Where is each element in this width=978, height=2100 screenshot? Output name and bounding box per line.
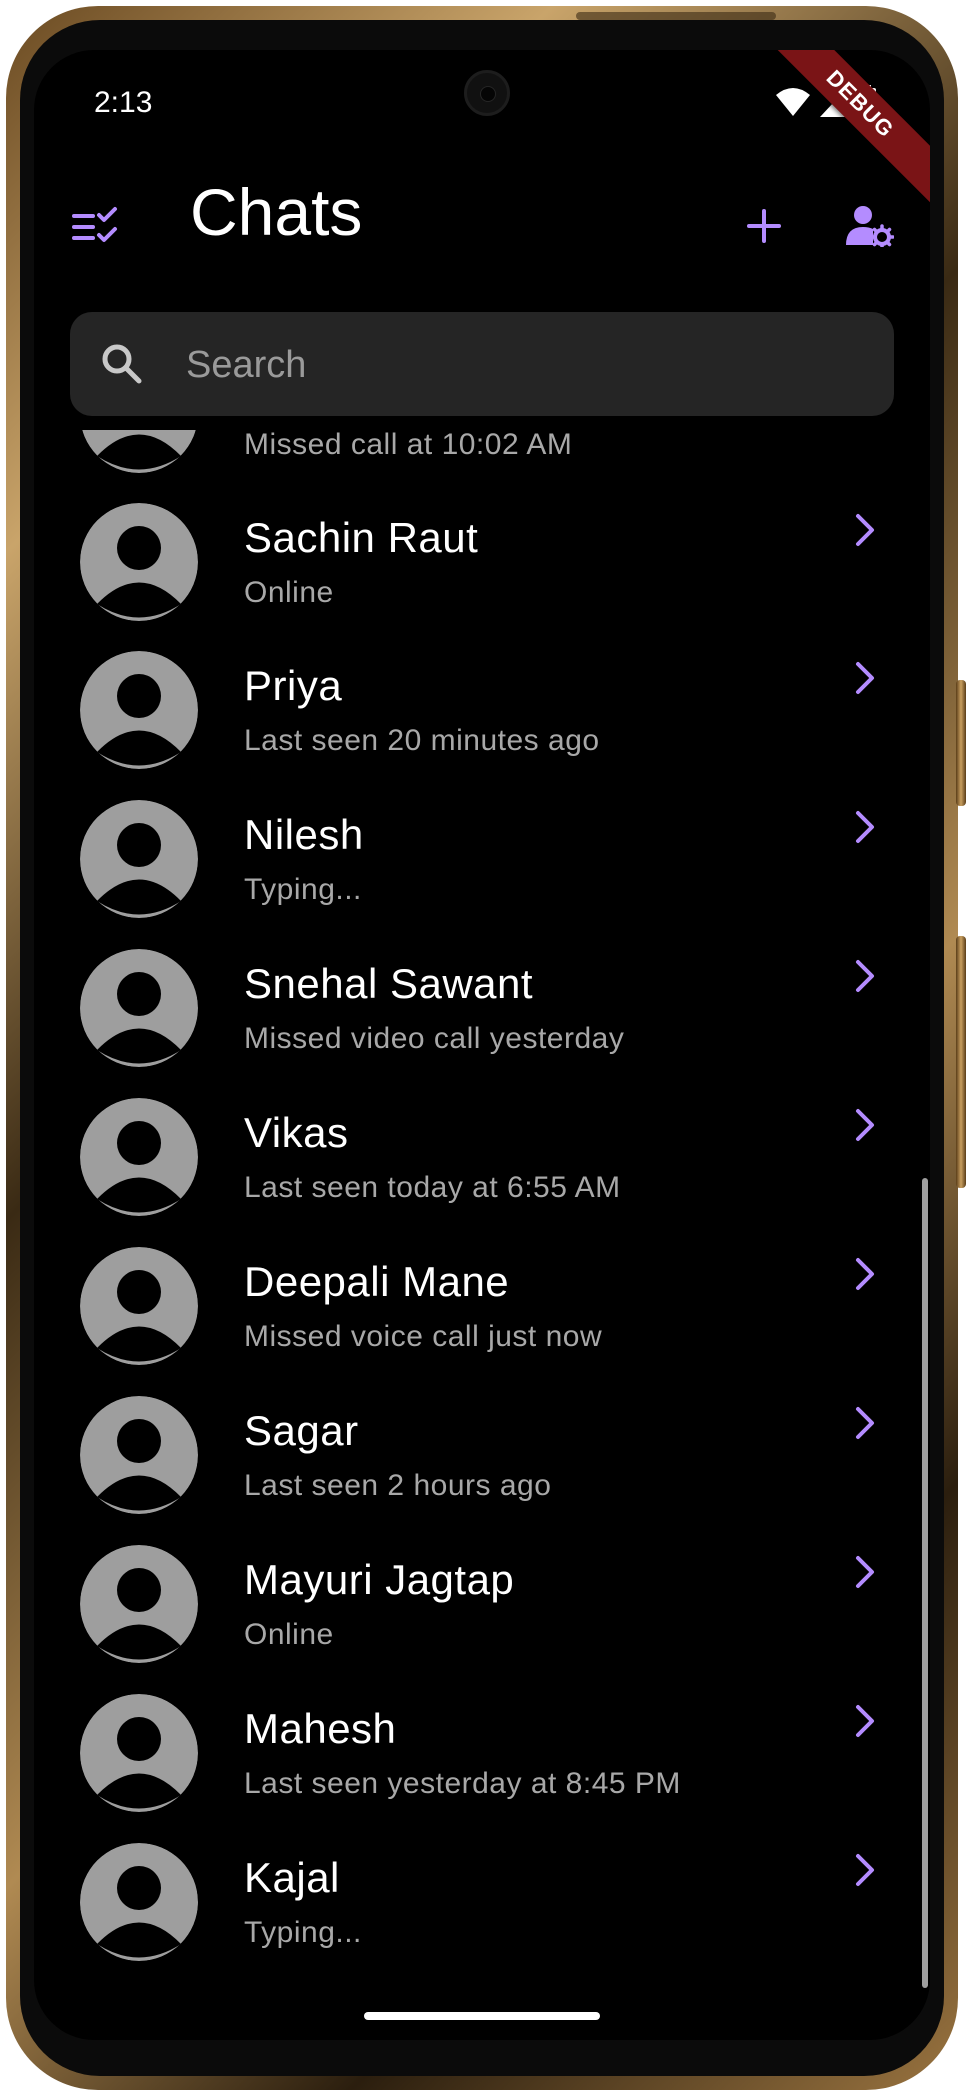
avatar [80, 503, 198, 621]
chevron-right-icon [844, 510, 884, 550]
home-indicator[interactable] [364, 2012, 600, 2020]
chat-status: Missed video call yesterday [244, 1022, 625, 1055]
chevron-right-icon [844, 1254, 884, 1294]
search-input[interactable] [184, 312, 868, 418]
chat-item[interactable]: Mahesh Last seen yesterday at 8:45 PM [34, 1679, 930, 1827]
avatar [80, 1247, 198, 1365]
chat-status: Online [244, 576, 334, 609]
avatar [80, 1098, 198, 1216]
chat-status: Last seen 20 minutes ago [244, 724, 600, 757]
front-camera [464, 70, 510, 116]
chat-item[interactable]: Snehal Sawant Missed video call yesterda… [34, 934, 930, 1082]
chat-status: Last seen today at 6:55 AM [244, 1171, 621, 1204]
chat-name: Sachin Raut [244, 514, 479, 561]
avatar [80, 1545, 198, 1663]
chat-status: Missed call at 10:02 AM [244, 430, 573, 461]
screen: 2:13 DEBUG Chats Search Missed call at 1… [34, 50, 930, 2040]
phone-side-button-upper [956, 680, 966, 806]
avatar [80, 1843, 198, 1961]
chat-name: Priya [244, 662, 343, 709]
chevron-right-icon [844, 1403, 884, 1443]
avatar [80, 949, 198, 1067]
chevron-right-icon [844, 807, 884, 847]
phone-side-button-lower [956, 936, 966, 1188]
wifi-icon [776, 87, 810, 122]
chat-item[interactable]: Kajal Typing... [34, 1828, 930, 1976]
avatar [80, 430, 198, 473]
avatar [80, 1694, 198, 1812]
chat-name: Snehal Sawant [244, 960, 534, 1007]
chevron-right-icon [844, 956, 884, 996]
chat-name: Kajal [244, 1854, 340, 1901]
chat-name: Mahesh [244, 1705, 397, 1752]
scrollbar[interactable] [922, 1178, 928, 1988]
chevron-right-icon [844, 1850, 884, 1890]
chat-name: Vikas [244, 1109, 349, 1156]
search-icon [100, 342, 144, 386]
chevron-right-icon [844, 1105, 884, 1145]
plus-icon [746, 208, 782, 249]
search-bar[interactable] [70, 312, 894, 418]
chat-status: Typing... [244, 873, 362, 906]
avatar [80, 800, 198, 918]
debug-banner: DEBUG [753, 50, 930, 211]
chat-list[interactable]: Missed call at 10:02 AM Sachin Raut Onli… [34, 430, 930, 2040]
chat-name: Nilesh [244, 811, 364, 858]
new-chat-button[interactable] [736, 200, 792, 256]
chat-item[interactable]: Sachin Raut Online [34, 488, 930, 636]
chat-status: Missed voice call just now [244, 1320, 603, 1353]
chat-status: Typing... [244, 1916, 362, 1949]
manage-accounts-icon [846, 205, 895, 252]
page-title: Chats [190, 175, 363, 249]
chevron-right-icon [844, 658, 884, 698]
status-time: 2:13 [94, 86, 153, 119]
chat-status: Last seen yesterday at 8:45 PM [244, 1767, 681, 1800]
chat-item[interactable]: Vikas Last seen today at 6:55 AM [34, 1083, 930, 1231]
chevron-right-icon [844, 1701, 884, 1741]
chat-item[interactable]: Missed call at 10:02 AM [34, 430, 930, 488]
checklist-icon [71, 206, 121, 251]
select-chats-button[interactable] [68, 200, 124, 256]
account-settings-button[interactable] [838, 196, 902, 260]
chat-item[interactable]: Mayuri Jagtap Online [34, 1530, 930, 1678]
chat-name: Sagar [244, 1407, 359, 1454]
chat-item[interactable]: Priya Last seen 20 minutes ago [34, 636, 930, 784]
phone-top-edge [576, 12, 776, 20]
chevron-right-icon [844, 1552, 884, 1592]
avatar [80, 651, 198, 769]
chat-item[interactable]: Deepali Mane Missed voice call just now [34, 1232, 930, 1380]
chat-item[interactable]: Nilesh Typing... [34, 785, 930, 933]
avatar [80, 1396, 198, 1514]
chat-name: Mayuri Jagtap [244, 1556, 515, 1603]
chat-name: Deepali Mane [244, 1258, 510, 1305]
chat-status: Online [244, 1618, 334, 1651]
chat-status: Last seen 2 hours ago [244, 1469, 552, 1502]
chat-item[interactable]: Sagar Last seen 2 hours ago [34, 1381, 930, 1529]
